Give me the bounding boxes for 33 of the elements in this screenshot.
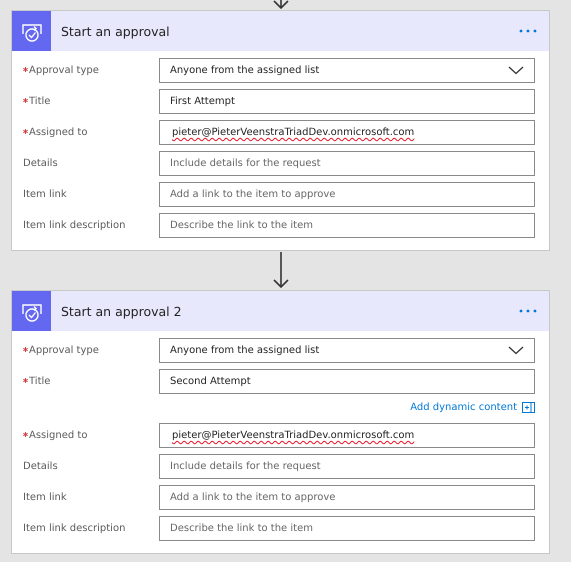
chevron-down-icon [508,66,524,75]
input-field[interactable]: Include details for the request [159,151,535,176]
dropdown[interactable]: Anyone from the assigned list [159,338,535,363]
card-title: Start an approval 2 [61,304,183,318]
connector-arrow [272,252,290,288]
field-label: Item link [23,492,67,503]
field-label: Assigned to [29,127,88,138]
card-title: Start an approval [61,24,171,38]
input-field[interactable]: pieter@PieterVeenstraTriadDev.onmicrosoft.com [159,120,535,145]
input-field[interactable]: Describe the link to the item [159,213,535,238]
add-dynamic-content-link[interactable]: Add dynamic content [410,402,517,412]
input-field[interactable]: Include details for the request [159,454,535,479]
add-content-icon [522,402,535,412]
field-label: Item link description [23,220,126,231]
field-label: Title [29,96,50,107]
field-label: Item link description [23,523,126,534]
more-icon [519,308,537,314]
chevron-down-icon [508,346,524,355]
field-label: Title [29,376,50,387]
field-label: Approval type [29,345,99,356]
dropdown[interactable]: Anyone from the assigned list [159,58,535,83]
field-label: Details [23,158,58,169]
input-field[interactable]: Describe the link to the item [159,516,535,541]
input-field[interactable]: pieter@PieterVeenstraTriadDev.onmicrosoft.com [159,423,535,448]
field-label: Item link [23,189,67,200]
field-label: Approval type [29,65,99,76]
input-field[interactable]: Add a link to the item to approve [159,182,535,207]
input-field[interactable]: Second Attempt [159,369,535,394]
field-label: Assigned to [29,430,88,441]
field-label: Details [23,461,58,472]
more-icon [519,28,537,34]
input-field[interactable]: Add a link to the item to approve [159,485,535,510]
input-field[interactable]: First Attempt [159,89,535,114]
